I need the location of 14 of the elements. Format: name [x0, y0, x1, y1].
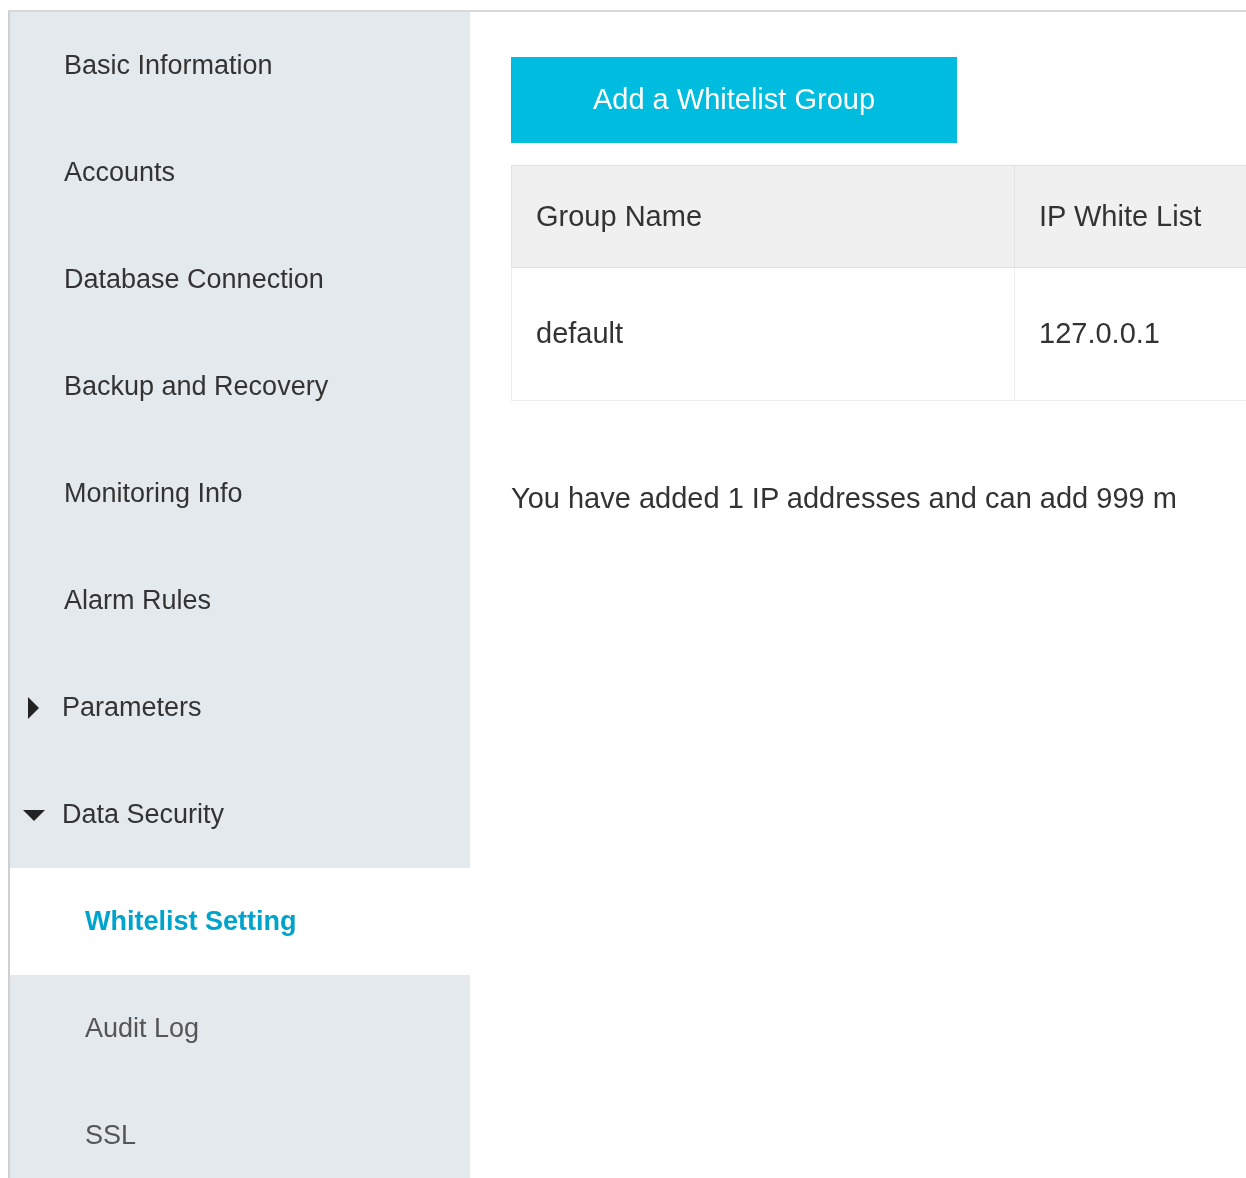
sidebar-item[interactable]: SSL — [10, 1082, 470, 1178]
column-header: Group Name — [511, 165, 1015, 268]
sidebar-item[interactable]: Parameters — [62, 687, 202, 728]
sidebar-item[interactable]: Audit Log — [10, 975, 470, 1082]
table-cell: default — [511, 267, 1015, 401]
sidebar-item[interactable]: Alarm Rules — [10, 547, 470, 654]
sidebar-item[interactable]: Data Security — [62, 794, 225, 835]
ip-count-text: You have added 1 IP addresses and can add 999 m — [511, 482, 1177, 514]
sidebar-item[interactable]: Backup and Recovery — [10, 333, 470, 440]
sidebar-item[interactable]: Basic Information — [10, 12, 470, 119]
sidebar-item[interactable]: Monitoring Info — [10, 440, 470, 547]
sidebar-item[interactable]: Accounts — [10, 119, 470, 226]
column-header: IP White List — [1014, 165, 1246, 268]
sidebar-item[interactable]: Database Connection — [10, 226, 470, 333]
